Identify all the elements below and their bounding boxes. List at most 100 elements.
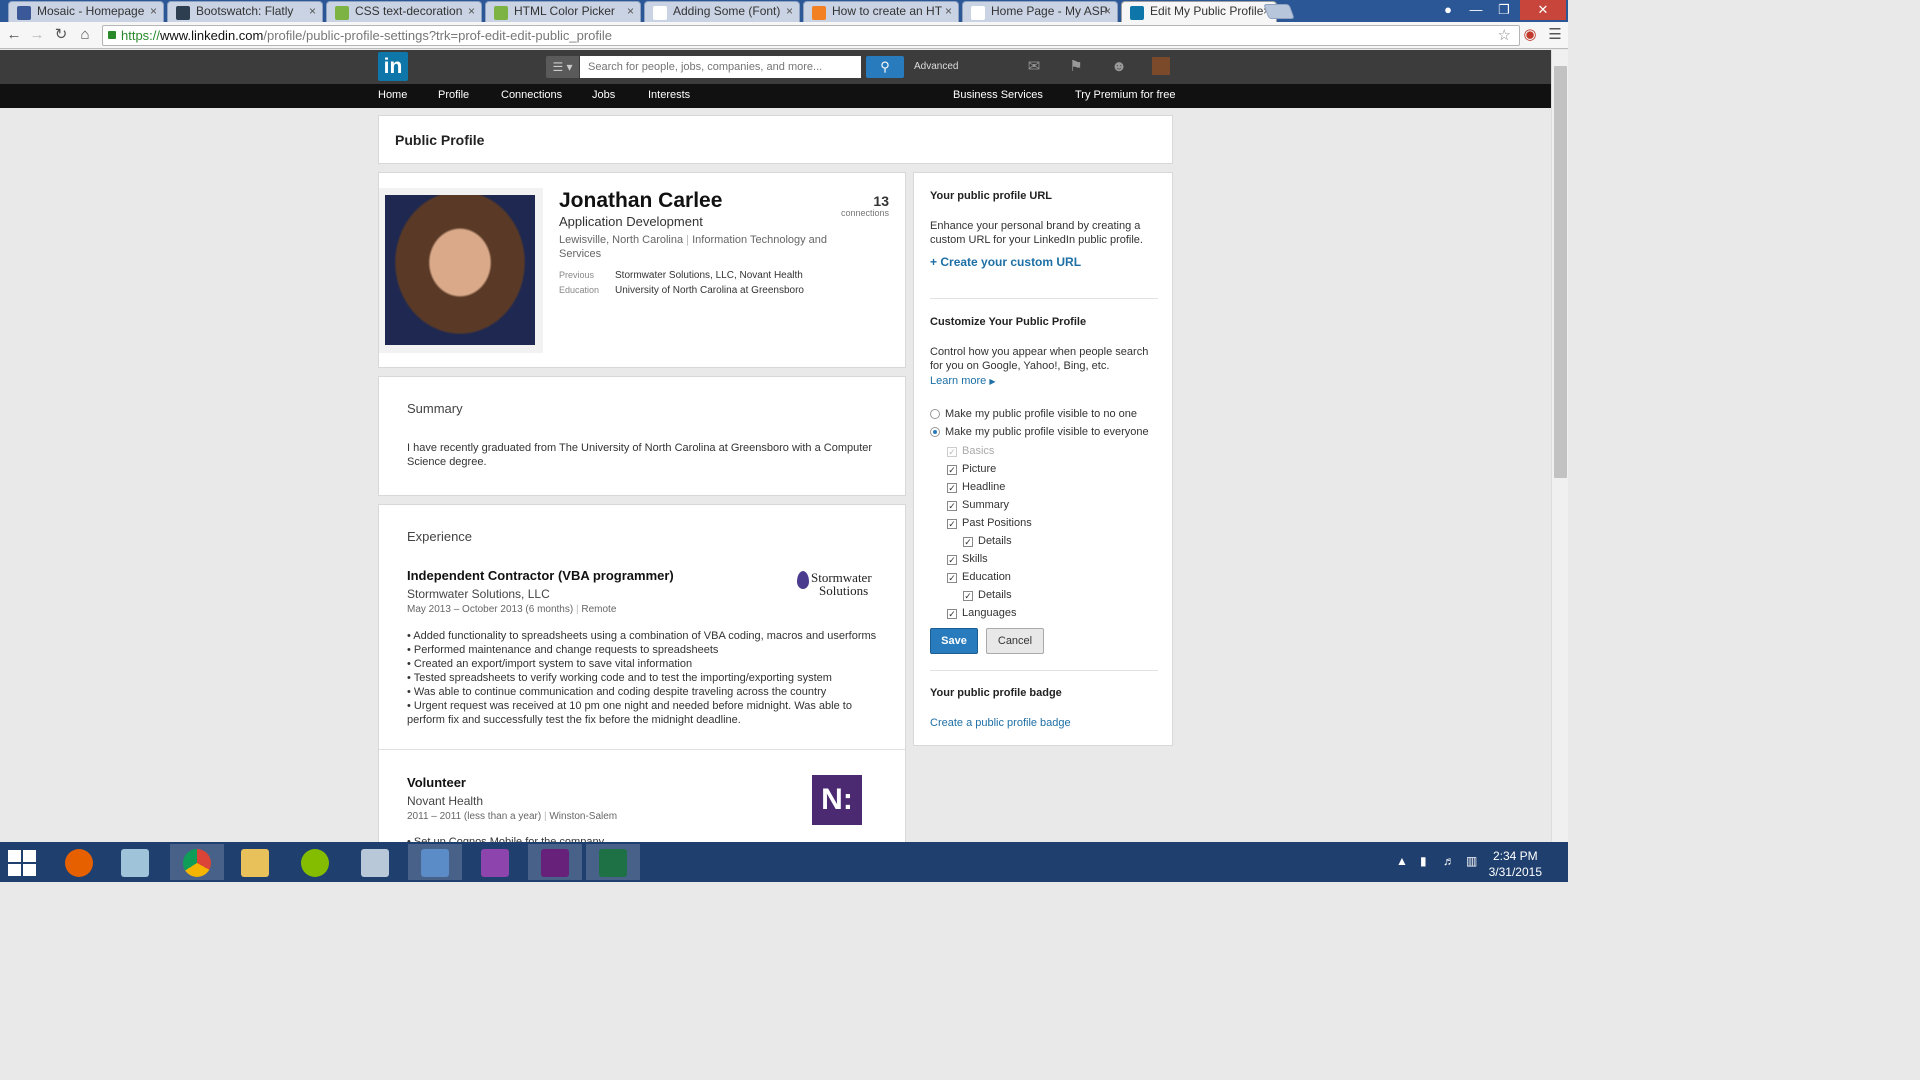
section-checkbox[interactable]: ✓ [947, 573, 957, 583]
user-icon[interactable]: ● [1434, 0, 1462, 20]
experience-heading: Experience [407, 529, 473, 544]
stormwater-logo[interactable]: Stormwater Solutions [795, 567, 881, 603]
section-checkbox[interactable]: ✓ [963, 591, 973, 601]
nav-interests[interactable]: Interests [648, 89, 690, 101]
maximize-button[interactable]: ❐ [1490, 0, 1518, 20]
section-checkbox[interactable]: ✓ [947, 555, 957, 565]
network-icon[interactable]: ▥ [1466, 854, 1477, 868]
messages-icon[interactable]: ✉ [1024, 58, 1044, 75]
novant-health-logo[interactable]: N: [812, 775, 862, 825]
profile-photo [385, 195, 535, 345]
tab-close-icon[interactable]: × [1104, 4, 1111, 18]
section-checkbox-label[interactable]: Summary [962, 499, 1009, 511]
system-clock[interactable]: 2:34 PM 3/31/2015 [1489, 848, 1542, 880]
nav-connections[interactable]: Connections [501, 89, 562, 101]
account-avatar[interactable] [1152, 57, 1170, 75]
browser-tab[interactable]: HTML Color Picker × [485, 1, 641, 22]
taskbar-photos[interactable] [348, 844, 402, 880]
tab-close-icon[interactable]: × [786, 4, 793, 18]
home-icon[interactable]: ⌂ [76, 26, 94, 44]
taskbar-excel[interactable] [586, 844, 640, 880]
section-checkbox[interactable]: ✓ [947, 501, 957, 511]
taskbar-firefox[interactable] [52, 844, 106, 880]
section-checkbox-label[interactable]: Picture [962, 463, 996, 475]
section-checkbox-label[interactable]: Education [962, 571, 1011, 583]
windows-taskbar: ▲ ▮ ♬ ▥ 2:34 PM 3/31/2015 [0, 842, 1568, 882]
notifications-flag-icon[interactable]: ⚑ [1066, 58, 1086, 75]
scrollbar-thumb[interactable] [1554, 66, 1567, 478]
battery-icon[interactable]: ▮ [1420, 854, 1427, 868]
tab-favicon-icon [653, 6, 667, 20]
taskbar-notes[interactable] [108, 844, 162, 880]
back-icon[interactable]: ← [5, 26, 23, 44]
section-checkbox: ✓ [947, 447, 957, 457]
taskbar-file-explorer[interactable] [228, 844, 282, 880]
reload-icon[interactable]: ↻ [52, 26, 70, 44]
section-checkbox-label[interactable]: Details [978, 589, 1012, 601]
section-checkbox[interactable]: ✓ [947, 609, 957, 619]
new-tab-button[interactable] [1263, 4, 1295, 19]
nav-try-premium[interactable]: Try Premium for free [1075, 89, 1175, 101]
taskbar-spotify[interactable] [288, 844, 342, 880]
tab-close-icon[interactable]: × [627, 4, 634, 18]
section-checkbox-label[interactable]: Languages [962, 607, 1016, 619]
linkedin-logo[interactable]: in [378, 52, 408, 81]
section-checkbox[interactable]: ✓ [947, 465, 957, 475]
create-badge-link[interactable]: Create a public profile badge [930, 717, 1071, 729]
cancel-button[interactable]: Cancel [986, 628, 1044, 654]
taskbar-visual-studio[interactable] [528, 844, 582, 880]
volume-icon[interactable]: ♬ [1443, 854, 1455, 868]
section-checkbox[interactable]: ✓ [963, 537, 973, 547]
visibility-everyone-radio[interactable] [930, 427, 940, 437]
create-custom-url-link[interactable]: + Create your custom URL [930, 255, 1081, 269]
search-input[interactable] [580, 56, 861, 78]
nav-home[interactable]: Home [378, 89, 407, 101]
menu-icon[interactable]: ☰ [1546, 26, 1564, 44]
search-category-dropdown[interactable]: ☰ ▾ [546, 56, 579, 78]
section-checkbox-label[interactable]: Headline [962, 481, 1005, 493]
visibility-everyone-label[interactable]: Make my public profile visible to everyo… [945, 426, 1149, 438]
education-value: University of North Carolina at Greensbo… [615, 285, 804, 296]
bookmark-star-icon[interactable]: ☆ [1498, 26, 1511, 45]
show-hidden-icons[interactable]: ▲ [1396, 854, 1408, 868]
advanced-search-link[interactable]: Advanced [914, 61, 958, 72]
tab-close-icon[interactable]: × [150, 4, 157, 18]
browser-tab[interactable]: Mosaic - Homepage × [8, 1, 164, 22]
section-checkbox-label[interactable]: Details [978, 535, 1012, 547]
job-company[interactable]: Novant Health [407, 794, 483, 808]
browser-tab[interactable]: Bootswatch: Flatly × [167, 1, 323, 22]
section-checkbox[interactable]: ✓ [947, 519, 957, 529]
taskbar-chrome[interactable] [170, 844, 224, 880]
tab-close-icon[interactable]: × [945, 4, 952, 18]
browser-tab[interactable]: Edit My Public Profile× [1121, 1, 1277, 23]
close-window-button[interactable]: ✕ [1520, 0, 1566, 20]
page-scrollbar[interactable] [1551, 50, 1568, 842]
address-bar[interactable]: https://www.linkedin.com/profile/public-… [102, 25, 1520, 46]
nav-jobs[interactable]: Jobs [592, 89, 615, 101]
search-button[interactable]: ⚲ [866, 56, 904, 78]
browser-tab[interactable]: Adding Some (Font) × [644, 1, 800, 22]
tab-close-icon[interactable]: × [309, 4, 316, 18]
extension-icon[interactable]: ◉ [1521, 26, 1539, 44]
tab-close-icon[interactable]: × [468, 4, 475, 18]
visibility-none-label[interactable]: Make my public profile visible to no one [945, 408, 1137, 420]
learn-more-link[interactable]: Learn more ▶ [930, 375, 995, 387]
visibility-none-radio[interactable] [930, 409, 940, 419]
tab-title: HTML Color Picker [514, 4, 615, 18]
minimize-button[interactable]: — [1462, 0, 1490, 20]
taskbar-onenote[interactable] [468, 844, 522, 880]
add-connections-icon[interactable]: ☻ [1109, 58, 1129, 75]
nav-business-services[interactable]: Business Services [953, 89, 1043, 101]
start-button[interactable] [8, 850, 38, 876]
browser-tab[interactable]: Home Page - My ASP × [962, 1, 1118, 22]
job-company[interactable]: Stormwater Solutions, LLC [407, 587, 550, 601]
browser-tab[interactable]: How to create an HT × [803, 1, 959, 22]
nav-profile[interactable]: Profile [438, 89, 469, 101]
section-checkbox-label[interactable]: Skills [962, 553, 988, 565]
taskbar-remote-desktop[interactable] [408, 844, 462, 880]
section-checkbox[interactable]: ✓ [947, 483, 957, 493]
forward-icon[interactable]: → [28, 26, 46, 44]
section-checkbox-label[interactable]: Past Positions [962, 517, 1032, 529]
save-button[interactable]: Save [930, 628, 978, 654]
browser-tab[interactable]: CSS text-decoration × [326, 1, 482, 22]
